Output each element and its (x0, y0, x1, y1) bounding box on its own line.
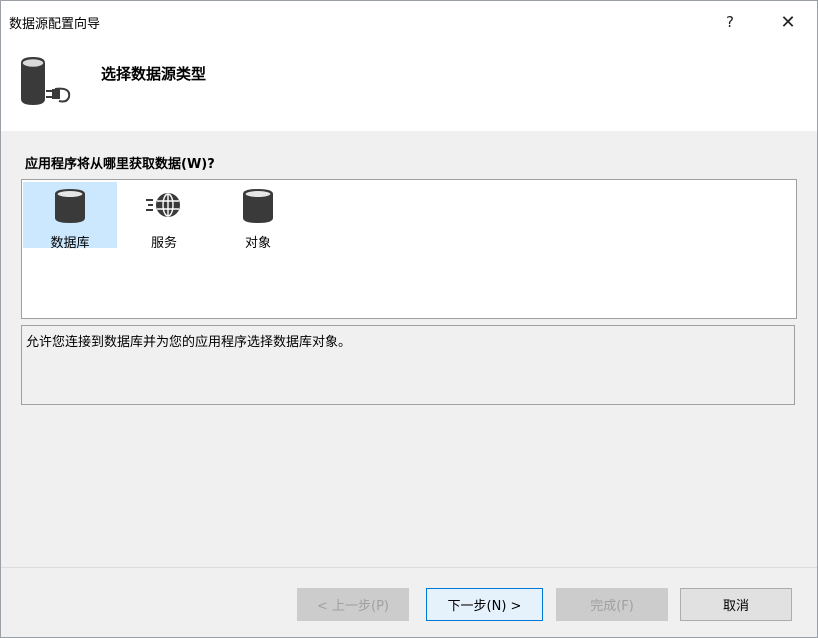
finish-button[interactable]: 完成(F) (556, 588, 668, 621)
type-question-label: 应用程序将从哪里获取数据(W)? (25, 157, 215, 172)
object-database-icon (242, 182, 274, 228)
type-label-database: 数据库 (50, 236, 90, 251)
footer-divider (1, 567, 817, 568)
type-item-service[interactable]: 服务 (117, 182, 211, 251)
type-description: 允许您连接到数据库并为您的应用程序选择数据库对象。 (21, 325, 795, 405)
wizard-window: 数据源配置向导 ? ✕ 选择数据源类型 应用程序将从哪里获取数据(W)? 数据库… (0, 0, 818, 638)
next-button[interactable]: 下一步(N) > (426, 588, 543, 621)
data-source-type-list[interactable]: 数据库 服务 对象 (21, 179, 797, 319)
database-plug-icon (19, 55, 75, 107)
type-item-object[interactable]: 对象 (211, 182, 305, 251)
globe-service-icon (144, 182, 184, 228)
title-bar: 数据源配置向导 ? ✕ (1, 1, 817, 43)
type-item-database[interactable]: 数据库 (23, 182, 117, 251)
wizard-header: 选择数据源类型 (1, 43, 817, 131)
database-icon (54, 182, 86, 228)
cancel-button[interactable]: 取消 (680, 588, 792, 621)
help-button[interactable]: ? (707, 7, 753, 37)
close-button[interactable]: ✕ (765, 7, 811, 37)
previous-button[interactable]: < 上一步(P) (297, 588, 409, 621)
window-title: 数据源配置向导 (9, 17, 101, 32)
page-title: 选择数据源类型 (101, 65, 207, 83)
type-label-object: 对象 (244, 236, 271, 251)
type-label-service: 服务 (150, 236, 177, 251)
